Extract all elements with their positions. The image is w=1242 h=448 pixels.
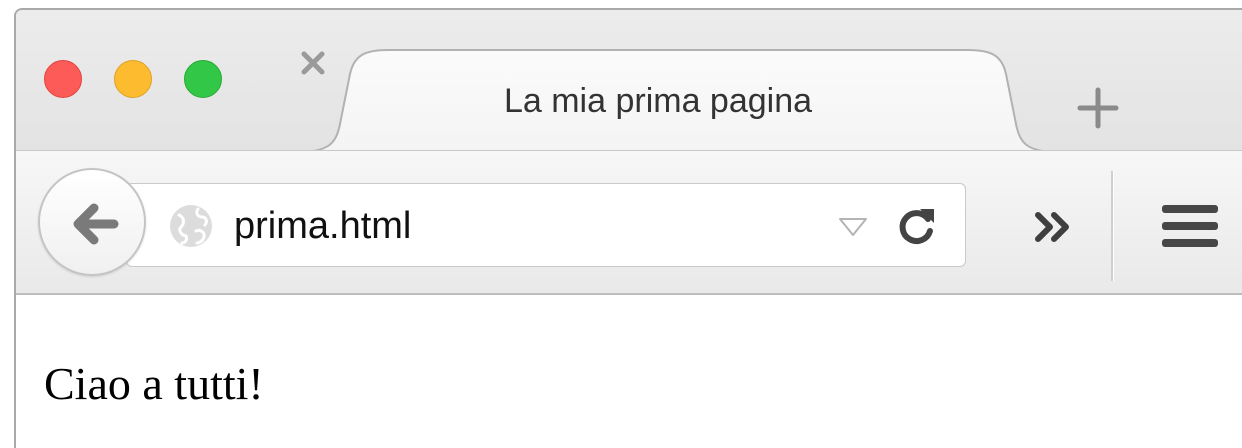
navigation-toolbar: prima.html: [16, 150, 1242, 295]
globe-icon: [170, 205, 212, 247]
page-text: Ciao a tutti!: [44, 358, 264, 409]
tab-title: La mia prima pagina: [503, 82, 813, 120]
triangle-down-icon[interactable]: [838, 217, 868, 237]
window-maximize-button[interactable]: [184, 60, 222, 98]
close-x-icon[interactable]: [298, 48, 328, 78]
back-button[interactable]: [38, 168, 146, 276]
toolbar-separator: [1111, 171, 1114, 281]
double-chevron-right-icon[interactable]: [1032, 209, 1078, 245]
hamburger-menu-icon[interactable]: [1160, 201, 1220, 251]
plus-icon[interactable]: [1076, 86, 1120, 130]
back-arrow-icon: [73, 203, 119, 245]
reload-icon[interactable]: [896, 205, 938, 247]
page-content: Ciao a tutti!: [16, 295, 1242, 448]
window-close-button[interactable]: [44, 60, 82, 98]
window-minimize-button[interactable]: [114, 60, 152, 98]
url-text[interactable]: prima.html: [234, 203, 411, 249]
browser-window: La mia prima pagina prima.html Ciao a tu…: [14, 8, 1242, 448]
tab-strip: La mia prima pagina: [16, 10, 1242, 152]
tab-active[interactable]: La mia prima pagina: [298, 48, 1058, 152]
